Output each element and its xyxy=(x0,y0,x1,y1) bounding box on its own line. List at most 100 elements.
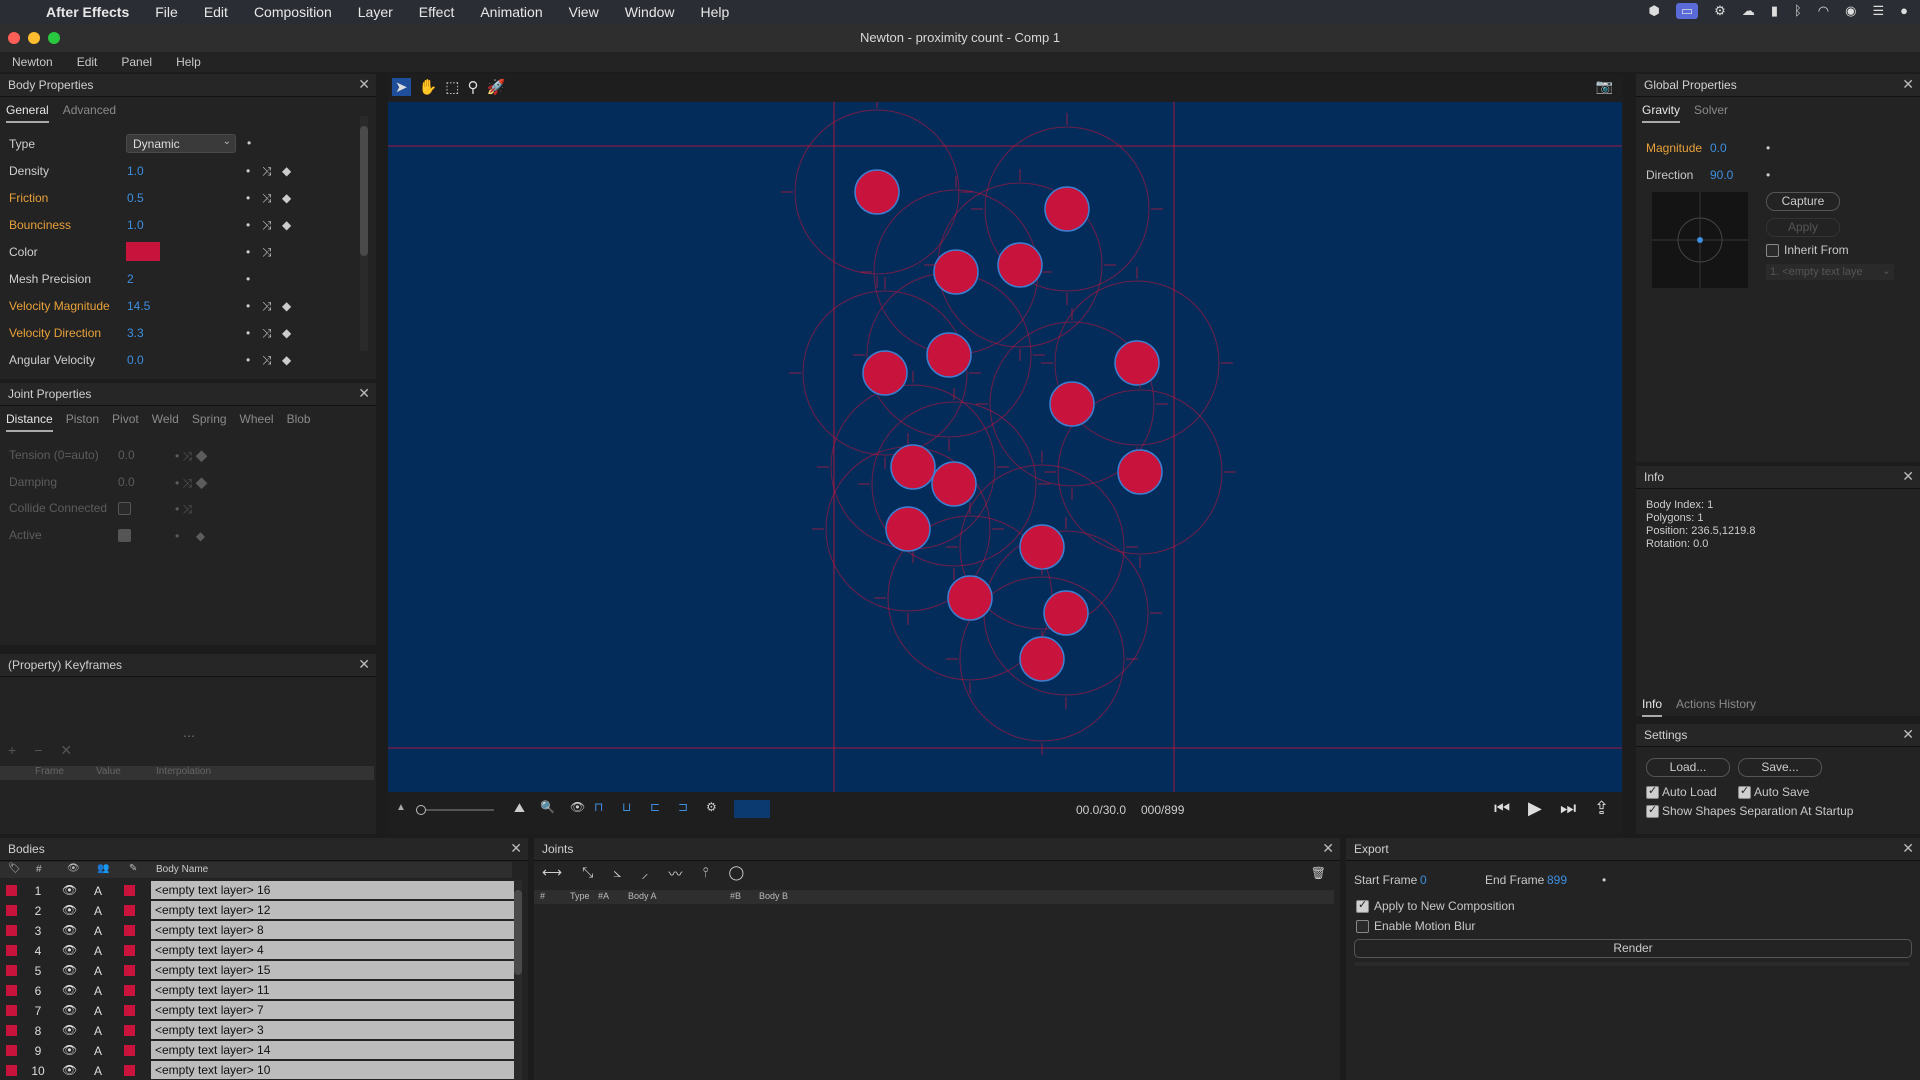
tab-gravity[interactable]: Gravity xyxy=(1642,103,1681,123)
body-row[interactable]: 4 👁 A <empty text layer> 4 xyxy=(0,941,515,960)
body-color-swatch[interactable] xyxy=(124,925,135,936)
body-row[interactable]: 6 👁 A <empty text layer> 11 xyxy=(0,981,515,1000)
tab-solver[interactable]: Solver xyxy=(1694,103,1728,123)
step-forward-icon[interactable]: ⏭ xyxy=(1560,798,1576,819)
body-row[interactable]: 1 👁 A <empty text layer> 16 xyxy=(0,881,515,900)
dot-icon[interactable]: • xyxy=(246,353,250,367)
close-icon[interactable]: ✕ xyxy=(510,840,522,857)
save-button[interactable]: Save... xyxy=(1738,758,1822,777)
dot-icon[interactable]: • xyxy=(246,299,250,313)
bluetooth-icon[interactable]: ᛒ xyxy=(1794,3,1802,19)
eye-icon[interactable]: 👁 xyxy=(62,983,77,997)
body-color-swatch[interactable] xyxy=(124,1025,135,1036)
cloud-icon[interactable]: ☁ xyxy=(1742,3,1755,19)
menu-view[interactable]: View xyxy=(556,4,612,20)
blob-joint-icon[interactable]: ◯ xyxy=(728,864,744,884)
body-a-flag[interactable]: A xyxy=(94,1004,102,1018)
body-a-flag[interactable]: A xyxy=(94,1044,102,1058)
body-row[interactable]: 8 👁 A <empty text layer> 3 xyxy=(0,1021,515,1040)
apply-button[interactable]: Apply xyxy=(1766,218,1840,237)
body-a-flag[interactable]: A xyxy=(94,1064,102,1078)
body-name[interactable]: <empty text layer> 10 xyxy=(151,1061,515,1079)
direction-value[interactable]: 90.0 xyxy=(1710,168,1733,182)
skip-back-icon[interactable]: ⏮ xyxy=(1494,798,1510,819)
eye-icon[interactable]: 👁 xyxy=(62,1023,77,1037)
body-color-swatch[interactable] xyxy=(124,985,135,996)
weld-joint-icon[interactable]: ⸝ xyxy=(641,864,648,884)
body-a-flag[interactable]: A xyxy=(94,904,102,918)
close-icon[interactable]: ✕ xyxy=(1902,468,1914,485)
tab-spring[interactable]: Spring xyxy=(192,412,227,432)
body-name[interactable]: <empty text layer> 8 xyxy=(151,921,515,939)
type-select[interactable]: Dynamic ⌄ xyxy=(126,134,236,153)
zoom-fit-icon[interactable]: 🔍 xyxy=(540,800,555,814)
tab-pivot[interactable]: Pivot xyxy=(112,412,139,432)
shuffle-icon[interactable]: ⤨ xyxy=(262,218,272,233)
body-a-flag[interactable]: A xyxy=(94,1024,102,1038)
controls-icon[interactable]: ⚙ xyxy=(1714,3,1726,19)
shuffle-icon[interactable]: ⤨ xyxy=(262,164,272,179)
gravity-direction-widget[interactable] xyxy=(1652,192,1748,288)
keyframe-icon[interactable]: ◆ xyxy=(282,164,291,178)
tab-blob[interactable]: Blob xyxy=(287,412,311,432)
apply-new-comp-checkbox[interactable] xyxy=(1356,898,1369,913)
velocity-direction-value[interactable]: 3.3 xyxy=(127,326,144,340)
bounds-top-icon[interactable]: ⊔ xyxy=(622,800,631,814)
menu-effect[interactable]: Effect xyxy=(406,4,468,20)
dot-icon[interactable]: • xyxy=(247,136,251,150)
tab-advanced[interactable]: Advanced xyxy=(63,103,116,123)
bg-color-swatch[interactable] xyxy=(734,800,770,818)
body-a-flag[interactable]: A xyxy=(94,924,102,938)
tab-weld[interactable]: Weld xyxy=(152,412,179,432)
body-color-swatch[interactable] xyxy=(124,945,135,956)
keyframe-icon[interactable]: ◆ xyxy=(282,353,291,367)
resize-handle[interactable]: ⋯ xyxy=(183,729,195,743)
label-color-swatch[interactable] xyxy=(6,945,17,956)
motion-blur-checkbox[interactable] xyxy=(1356,920,1369,933)
shuffle-icon[interactable]: ⤨ xyxy=(262,353,272,368)
menu-window[interactable]: Window xyxy=(612,4,688,20)
spring-joint-icon[interactable]: 〰 xyxy=(668,864,682,884)
magnitude-value[interactable]: 0.0 xyxy=(1710,141,1727,155)
hand-tool-icon[interactable]: ✋ xyxy=(419,78,438,96)
inherit-from-checkbox[interactable] xyxy=(1766,244,1779,257)
menu-panel-edit[interactable]: Edit xyxy=(65,55,110,69)
mesh-precision-value[interactable]: 2 xyxy=(127,272,134,286)
label-color-swatch[interactable] xyxy=(6,885,17,896)
keyframe-icon[interactable]: ◆ xyxy=(282,326,291,340)
tab-distance[interactable]: Distance xyxy=(6,412,53,432)
dot-icon[interactable]: • xyxy=(1602,873,1606,887)
trash-icon[interactable]: 🗑 xyxy=(1311,866,1326,880)
close-icon[interactable]: ✕ xyxy=(1902,726,1914,743)
menu-edit[interactable]: Edit xyxy=(191,4,241,20)
auto-load-checkbox[interactable] xyxy=(1646,784,1659,799)
shuffle-icon[interactable]: ⤨ xyxy=(262,191,272,206)
dot-icon[interactable]: • xyxy=(246,326,250,340)
shuffle-icon[interactable]: ⤨ xyxy=(262,245,272,260)
marquee-tool-icon[interactable]: ⬚ xyxy=(445,78,459,96)
label-color-swatch[interactable] xyxy=(6,985,17,996)
wifi-icon[interactable]: ◠ xyxy=(1818,3,1829,19)
composition-canvas[interactable] xyxy=(388,102,1622,792)
label-color-swatch[interactable] xyxy=(6,925,17,936)
shuffle-icon[interactable]: ⤨ xyxy=(262,299,272,314)
eye-icon[interactable]: 👁 xyxy=(62,943,77,957)
color-swatch[interactable] xyxy=(126,242,160,261)
close-icon[interactable]: ✕ xyxy=(358,385,370,402)
show-separation-checkbox[interactable] xyxy=(1646,803,1659,818)
angular-velocity-value[interactable]: 0.0 xyxy=(127,353,144,367)
label-color-swatch[interactable] xyxy=(6,965,17,976)
body-color-swatch[interactable] xyxy=(124,1005,135,1016)
tab-piston[interactable]: Piston xyxy=(66,412,99,432)
close-icon[interactable]: ✕ xyxy=(1902,76,1914,93)
body-row[interactable]: 7 👁 A <empty text layer> 7 xyxy=(0,1001,515,1020)
close-icon[interactable]: ✕ xyxy=(1322,840,1334,857)
label-color-swatch[interactable] xyxy=(6,905,17,916)
bounds-right-icon[interactable]: ⊐ xyxy=(678,800,688,814)
scrollbar[interactable] xyxy=(360,116,368,351)
body-color-swatch[interactable] xyxy=(124,1065,135,1076)
control-center-icon[interactable]: ☰ xyxy=(1872,3,1884,19)
friction-value[interactable]: 0.5 xyxy=(127,191,144,205)
menu-layer[interactable]: Layer xyxy=(345,4,406,20)
view-icon[interactable]: 👁 xyxy=(570,800,585,814)
